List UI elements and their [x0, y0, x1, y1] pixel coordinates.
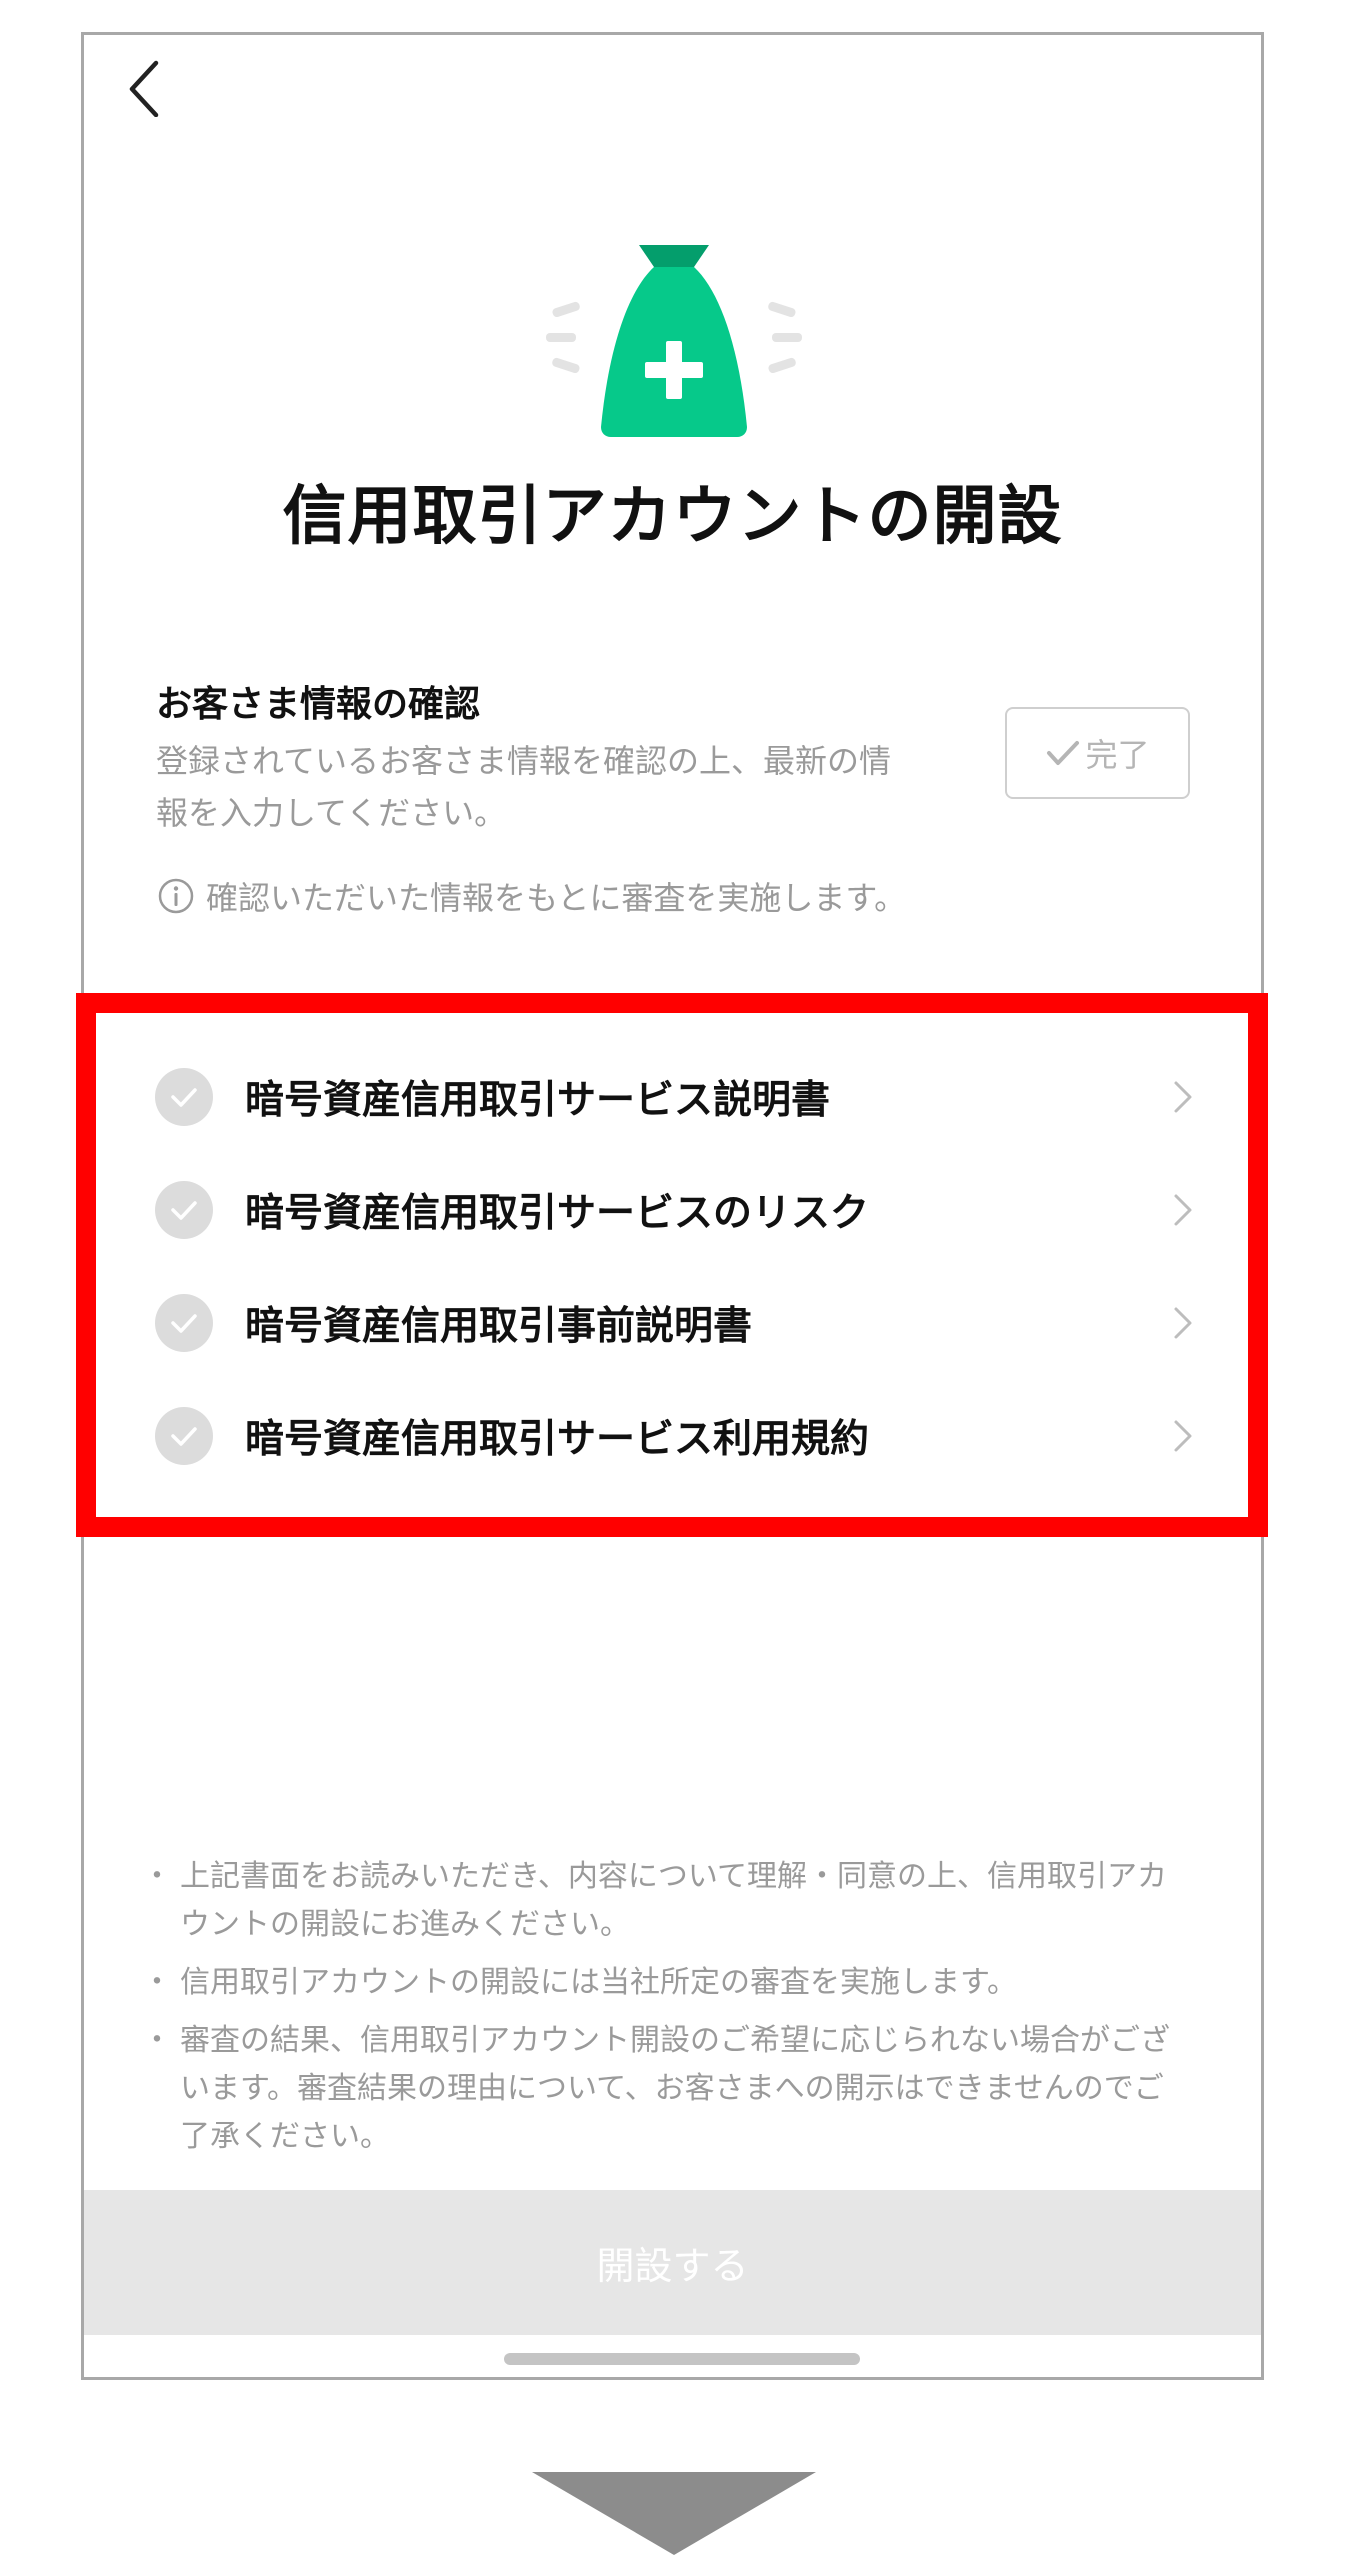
document-item-label: 暗号資産信用取引サービスのリスク: [245, 1190, 870, 1236]
disclaimer-notes: 上記書面をお読みいただき、内容について理解・同意の上、信用取引アカウントの開設に…: [142, 1853, 1184, 2171]
customer-info-heading: お客さま情報の確認: [156, 684, 481, 725]
done-label: 完了: [1085, 736, 1150, 774]
review-note: 確認いただいた情報をもとに審査を実施します。: [156, 873, 906, 919]
document-item-label: 暗号資産信用取引事前説明書: [245, 1303, 753, 1349]
open-account-button[interactable]: 開設する: [84, 2190, 1261, 2335]
document-item-terms[interactable]: 暗号資産信用取引サービス利用規約: [84, 1379, 1261, 1492]
back-button[interactable]: [118, 57, 178, 117]
chevron-right-icon: [1174, 1420, 1192, 1451]
chevron-right-icon: [1174, 1307, 1192, 1338]
document-item-label: 暗号資産信用取引サービス利用規約: [245, 1416, 870, 1462]
document-item-risks[interactable]: 暗号資産信用取引サービスのリスク: [84, 1153, 1261, 1266]
document-list: 暗号資産信用取引サービス説明書 暗号資産信用取引サービスのリスク 暗号資産信用取…: [84, 1040, 1261, 1492]
check-circle-icon: [155, 1293, 213, 1352]
check-circle-icon: [155, 1180, 213, 1239]
document-item-pre-contract[interactable]: 暗号資産信用取引事前説明書: [84, 1266, 1261, 1379]
disclaimer-note: 信用取引アカウントの開設には当社所定の審査を実施します。: [142, 1959, 1184, 2007]
home-indicator: [504, 2353, 860, 2365]
chevron-right-icon: [1174, 1081, 1192, 1112]
check-icon: [1047, 741, 1080, 765]
review-note-text: 確認いただいた情報をもとに審査を実施します。: [206, 879, 907, 917]
document-item-label: 暗号資産信用取引サービス説明書: [245, 1077, 831, 1123]
check-circle-icon: [155, 1406, 213, 1465]
customer-info-description: 登録されているお客さま情報を確認の上、最新の情報を入力してください。: [156, 742, 892, 832]
document-item-service-manual[interactable]: 暗号資産信用取引サービス説明書: [84, 1040, 1261, 1153]
page-title: 信用取引アカウントの開設: [282, 480, 1063, 554]
disclaimer-note: 審査の結果、信用取引アカウント開設のご希望に応じられない場合がございます。審査結…: [142, 2017, 1184, 2161]
disclaimer-note: 上記書面をお読みいただき、内容について理解・同意の上、信用取引アカウントの開設に…: [142, 1853, 1184, 1949]
check-circle-icon: [155, 1067, 213, 1126]
down-triangle-icon: [532, 2472, 816, 2555]
chevron-right-icon: [1174, 1194, 1192, 1225]
info-icon: [158, 878, 194, 914]
phone-frame: 信用取引アカウントの開設 お客さま情報の確認 登録されているお客さま情報を確認の…: [81, 32, 1264, 2380]
customer-info-done-button[interactable]: 完了: [1005, 707, 1190, 799]
money-bag-plus-icon: [546, 245, 802, 437]
